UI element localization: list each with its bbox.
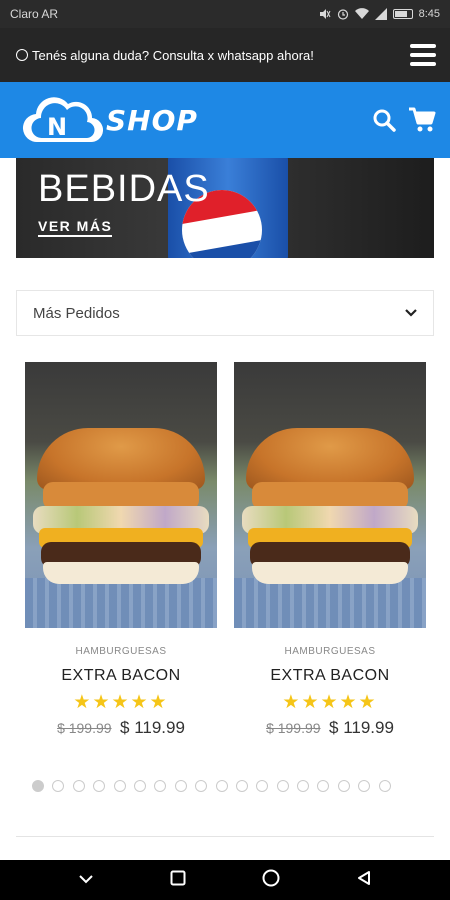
whatsapp-message-text: Tenés alguna duda? Consulta x whatsapp a… — [32, 47, 314, 63]
carousel-dot[interactable] — [113, 780, 126, 792]
product-price: $ 119.99 — [329, 718, 394, 737]
product-category: HAMBURGUESAS — [284, 646, 376, 657]
logo[interactable]: N SHOP — [20, 92, 372, 148]
site-header: N SHOP — [0, 82, 450, 158]
product-name[interactable]: EXTRA BACON — [25, 667, 217, 685]
product-old-price: $ 199.99 — [57, 720, 112, 736]
banner-link[interactable]: VER MÁS — [38, 218, 113, 237]
whatsapp-icon — [16, 49, 28, 61]
status-icons: 8:45 — [319, 8, 440, 20]
carousel-dot[interactable] — [337, 780, 350, 792]
product-prices: $ 199.99 $ 119.99 — [234, 718, 426, 738]
home-circle-icon[interactable] — [262, 869, 280, 892]
android-nav-bar — [0, 860, 450, 900]
back-chevron-icon[interactable] — [78, 871, 94, 889]
product-old-price: $ 199.99 — [266, 720, 321, 736]
carousel-dot[interactable] — [174, 780, 187, 792]
promo-bar: Tenés alguna duda? Consulta x whatsapp a… — [0, 28, 450, 82]
search-icon[interactable] — [372, 108, 396, 132]
category-banner[interactable]: BEBIDAS VER MÁS — [16, 158, 434, 258]
product-name[interactable]: EXTRA BACON — [234, 667, 426, 685]
chevron-down-icon — [405, 309, 417, 317]
alarm-icon — [337, 9, 348, 20]
sort-selected-value: Más Pedidos — [33, 304, 120, 322]
carousel-dot[interactable] — [235, 780, 248, 792]
logo-text: SHOP — [106, 103, 198, 137]
signal-icon — [374, 8, 387, 20]
hamburger-menu-icon[interactable] — [410, 44, 436, 66]
product-card[interactable]: HAMBURGUESAS EXTRA BACON ★★★★★ $ 199.99 … — [234, 362, 426, 738]
carousel-dot[interactable] — [93, 780, 106, 792]
recents-square-icon[interactable] — [170, 870, 186, 891]
divider — [16, 836, 434, 837]
carousel-dot[interactable] — [276, 780, 289, 792]
carousel-dot[interactable] — [72, 780, 85, 792]
carousel-dot[interactable] — [317, 780, 330, 792]
carrier-label: Claro AR — [10, 7, 59, 21]
carousel-dots — [32, 780, 391, 792]
carousel-dot[interactable] — [297, 780, 310, 792]
product-price: $ 119.99 — [120, 718, 185, 737]
logo-letter: N — [47, 113, 67, 141]
product-rating: ★★★★★ — [73, 692, 169, 713]
cart-icon[interactable] — [408, 107, 436, 133]
product-category: HAMBURGUESAS — [75, 646, 167, 657]
mute-icon — [319, 9, 331, 19]
cloud-logo-icon: N — [20, 92, 104, 148]
carousel-dot[interactable] — [378, 780, 391, 792]
carousel-dot[interactable] — [215, 780, 228, 792]
wifi-icon — [354, 8, 369, 19]
product-card[interactable]: HAMBURGUESAS EXTRA BACON ★★★★★ $ 199.99 … — [25, 362, 217, 738]
product-image[interactable] — [234, 362, 426, 628]
battery-icon — [392, 9, 413, 19]
clock: 8:45 — [418, 8, 440, 20]
carousel-dot[interactable] — [52, 780, 65, 792]
product-image[interactable] — [25, 362, 217, 628]
banner-title: BEBIDAS — [38, 168, 210, 210]
whatsapp-message[interactable]: Tenés alguna duda? Consulta x whatsapp a… — [16, 48, 410, 63]
back-triangle-icon[interactable] — [356, 870, 372, 891]
carousel-dot[interactable] — [154, 780, 167, 792]
carousel-dot[interactable] — [256, 780, 269, 792]
carousel-dot[interactable] — [32, 780, 44, 792]
product-prices: $ 199.99 $ 119.99 — [25, 718, 217, 738]
status-bar: Claro AR 8:45 — [0, 0, 450, 28]
sort-select[interactable]: Más Pedidos — [16, 290, 434, 336]
product-rating: ★★★★★ — [282, 692, 378, 713]
carousel-dot[interactable] — [195, 780, 208, 792]
carousel-dot[interactable] — [358, 780, 371, 792]
carousel-dot[interactable] — [133, 780, 146, 792]
